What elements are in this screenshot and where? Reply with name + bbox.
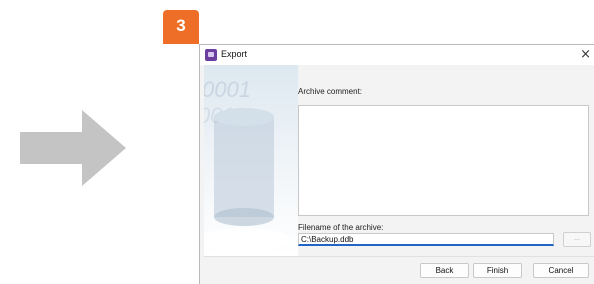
wizard-content: Archive comment: Filename of the archive…	[298, 65, 594, 284]
export-dialog: Export × 0001 0010 Archive comment: File…	[199, 44, 594, 284]
back-button[interactable]: Back	[420, 263, 469, 278]
filename-input[interactable]	[298, 233, 554, 246]
close-icon[interactable]: ×	[580, 47, 591, 62]
binary-text-1: 0001	[204, 77, 251, 102]
cancel-button[interactable]: Cancel	[533, 263, 589, 278]
right-arrow-icon	[20, 110, 126, 186]
app-icon	[205, 49, 217, 61]
finish-button[interactable]: Finish	[473, 263, 522, 278]
step-badge: 3	[163, 10, 199, 44]
wizard-side-image: 0001 0010	[204, 65, 298, 256]
dialog-title: Export	[221, 49, 248, 59]
filename-label: Filename of the archive:	[298, 223, 384, 232]
browse-button[interactable]: ...	[563, 232, 591, 247]
database-illustration: 0001 0010	[204, 77, 290, 252]
archive-comment-textarea[interactable]	[298, 105, 589, 216]
title-bar: Export ×	[200, 45, 594, 65]
comment-label: Archive comment:	[298, 87, 363, 96]
separator	[204, 256, 594, 257]
